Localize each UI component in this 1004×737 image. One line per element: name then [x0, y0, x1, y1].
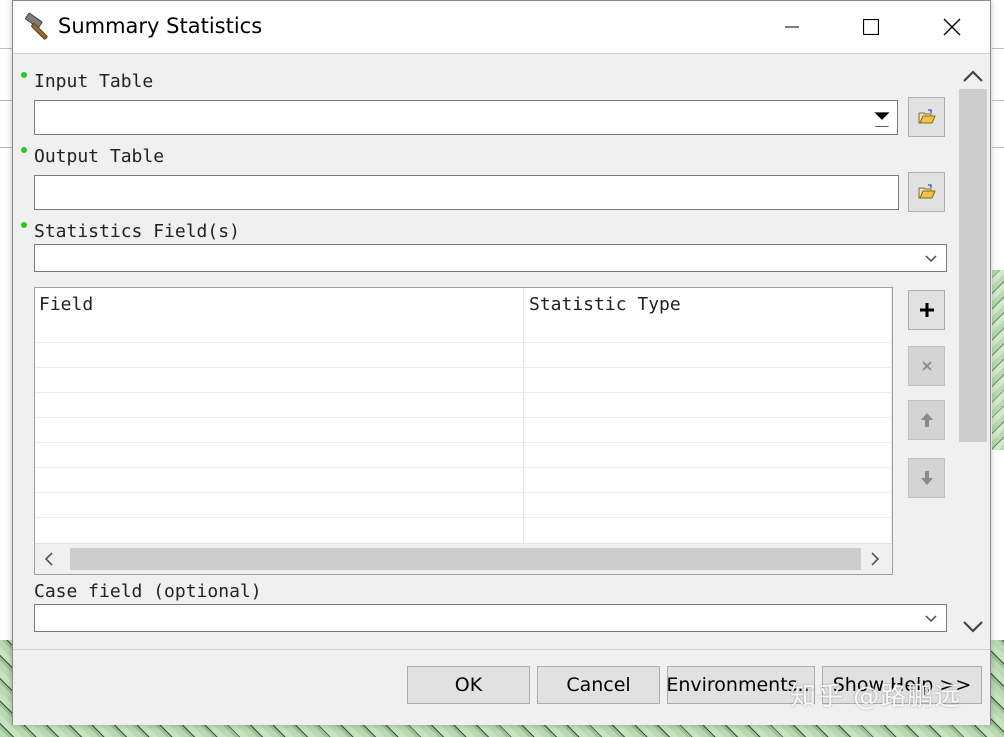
- vertical-scroll-thumb[interactable]: [959, 89, 987, 442]
- column-separator: [523, 288, 524, 544]
- input-table-combo[interactable]: [34, 100, 898, 135]
- ok-button[interactable]: OK: [407, 666, 530, 704]
- background-map: [992, 270, 1004, 450]
- table-row: [35, 367, 890, 368]
- delete-icon: [921, 361, 932, 371]
- horizontal-scroll-thumb[interactable]: [70, 548, 861, 570]
- case-field-label: Case field (optional): [34, 581, 262, 602]
- input-table-label: Input Table: [34, 71, 154, 92]
- title-bar[interactable]: Summary Statistics: [13, 1, 990, 54]
- cancel-button[interactable]: Cancel: [537, 666, 660, 704]
- maximize-button[interactable]: [836, 1, 906, 53]
- table-row: [35, 492, 890, 493]
- statistics-fields-dropdown[interactable]: [34, 244, 947, 272]
- open-folder-icon: [918, 184, 936, 199]
- arrow-down-icon: [920, 471, 933, 485]
- minimize-button[interactable]: [757, 1, 827, 53]
- scroll-up-icon[interactable]: [962, 69, 984, 83]
- close-icon: [943, 18, 961, 36]
- open-folder-icon: [918, 109, 936, 124]
- background-app-line: [992, 100, 1004, 101]
- delete-row-button[interactable]: [908, 346, 945, 386]
- statistics-fields-label: Statistics Field(s): [34, 221, 240, 242]
- summary-statistics-dialog: Summary Statistics Input Table Output Ta…: [12, 0, 991, 725]
- add-row-button[interactable]: [908, 290, 945, 330]
- table-row: [35, 467, 890, 468]
- table-row: [35, 417, 890, 418]
- scroll-down-icon[interactable]: [962, 620, 984, 634]
- maximize-icon: [863, 19, 879, 35]
- chevron-down-icon: [925, 255, 937, 262]
- table-header: Field Statistic Type: [35, 288, 892, 342]
- output-table-input[interactable]: [34, 175, 899, 210]
- background-app-line: [992, 48, 1004, 49]
- scroll-left-icon[interactable]: [43, 552, 55, 566]
- vertical-scrollbar[interactable]: [958, 61, 990, 646]
- required-indicator: [21, 72, 27, 78]
- dropdown-arrow-icon[interactable]: [871, 101, 893, 134]
- statistics-table[interactable]: Field Statistic Type: [34, 287, 893, 575]
- output-table-browse-button[interactable]: [908, 172, 945, 212]
- column-header-statistic-type[interactable]: Statistic Type: [529, 294, 681, 315]
- scroll-right-icon[interactable]: [869, 552, 881, 566]
- minimize-icon: [785, 26, 799, 28]
- table-row: [35, 517, 890, 518]
- table-row: [35, 342, 890, 343]
- move-up-button[interactable]: [908, 400, 945, 440]
- plus-icon: [919, 303, 934, 317]
- arrow-up-icon: [920, 413, 933, 427]
- background-app-line: [992, 147, 1004, 148]
- case-field-dropdown[interactable]: [34, 604, 947, 632]
- required-indicator: [21, 222, 27, 228]
- watermark: 知乎 @路鹏远: [790, 682, 962, 712]
- column-header-field[interactable]: Field: [39, 294, 93, 315]
- table-row: [35, 442, 890, 443]
- close-button[interactable]: [917, 1, 987, 53]
- move-down-button[interactable]: [908, 458, 945, 498]
- hammer-icon: [25, 12, 48, 40]
- chevron-down-icon: [925, 615, 937, 622]
- input-table-browse-button[interactable]: [908, 97, 945, 137]
- window-title: Summary Statistics: [58, 14, 263, 38]
- table-row: [35, 392, 890, 393]
- horizontal-scrollbar[interactable]: [35, 543, 892, 574]
- output-table-label: Output Table: [34, 146, 165, 167]
- required-indicator: [21, 147, 27, 153]
- column-separator: [891, 288, 892, 544]
